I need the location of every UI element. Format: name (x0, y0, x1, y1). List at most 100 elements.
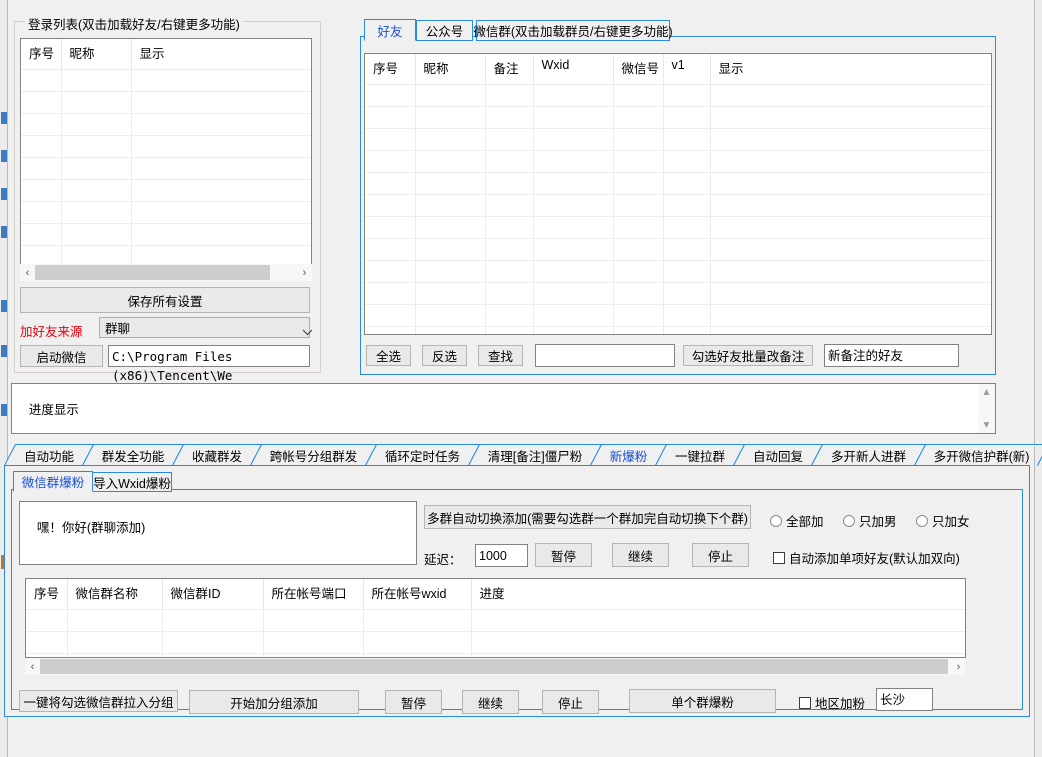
table-cell[interactable] (61, 112, 132, 135)
table-cell[interactable] (533, 259, 614, 282)
column-header[interactable]: 显示 (710, 54, 991, 84)
table-cell[interactable] (533, 149, 614, 172)
radio-add-female-only[interactable]: 只加女 (916, 511, 970, 530)
scroll-right-arrow-icon[interactable]: › (951, 659, 966, 674)
table-cell[interactable] (485, 215, 534, 238)
table-cell[interactable] (533, 83, 614, 106)
search-input[interactable] (535, 344, 675, 367)
column-header[interactable]: 昵称 (415, 54, 486, 84)
table-row[interactable] (365, 281, 991, 304)
main-tab-12[interactable]: 导出 (1037, 444, 1042, 466)
table-cell[interactable] (67, 630, 163, 653)
table-cell[interactable] (485, 303, 534, 326)
table-cell[interactable] (663, 105, 711, 128)
multi-group-auto-switch-button[interactable]: 多群自动切换添加(需要勾选群一个群加完自动切换下个群) (424, 505, 751, 529)
start-group-add-button[interactable]: 开始加分组添加 (189, 690, 359, 714)
table-row[interactable] (365, 193, 991, 216)
table-cell[interactable] (365, 83, 416, 106)
column-header[interactable]: 序号 (21, 39, 62, 69)
table-cell[interactable] (21, 156, 62, 179)
tab-friends[interactable]: 好友 (364, 19, 416, 41)
stop-button-bottom[interactable]: 停止 (542, 690, 599, 714)
table-cell[interactable] (363, 630, 472, 653)
tab-wechat-groups[interactable]: 微信群(双击加载群员/右键更多功能) (473, 20, 673, 41)
table-cell[interactable] (131, 90, 311, 113)
table-cell[interactable] (613, 171, 664, 194)
pause-button-bottom[interactable]: 暂停 (385, 690, 442, 714)
login-list-table[interactable]: 序号 昵称 显示 (20, 38, 312, 267)
table-cell[interactable] (471, 608, 965, 631)
continue-button-top[interactable]: 继续 (612, 543, 669, 567)
scroll-track[interactable] (35, 265, 297, 280)
friends-table[interactable]: 序号 昵称 备注 Wxid 微信号 v1 显示 (364, 53, 992, 335)
table-row[interactable] (365, 259, 991, 282)
table-cell[interactable] (710, 281, 991, 304)
table-cell[interactable] (131, 134, 311, 157)
table-cell[interactable] (61, 156, 132, 179)
table-row[interactable] (365, 149, 991, 172)
table-cell[interactable] (710, 83, 991, 106)
select-all-button[interactable]: 全选 (366, 345, 411, 366)
table-cell[interactable] (415, 149, 486, 172)
table-cell[interactable] (485, 325, 534, 334)
table-cell[interactable] (613, 83, 664, 106)
table-row[interactable] (365, 303, 991, 326)
login-list-hscrollbar[interactable]: ‹ › (20, 264, 312, 281)
table-cell[interactable] (365, 325, 416, 334)
table-cell[interactable] (663, 281, 711, 304)
table-cell[interactable] (415, 193, 486, 216)
table-cell[interactable] (485, 105, 534, 128)
table-cell[interactable] (415, 325, 486, 334)
scroll-left-arrow-icon[interactable]: ‹ (25, 659, 40, 674)
sub-tab-import-wxid[interactable]: 导入Wxid爆粉 (92, 472, 172, 492)
invert-selection-button[interactable]: 反选 (422, 345, 467, 366)
table-row[interactable] (21, 68, 311, 91)
table-cell[interactable] (415, 303, 486, 326)
checkbox-region-fans[interactable]: 地区加粉 (799, 693, 865, 712)
table-row[interactable] (365, 215, 991, 238)
table-cell[interactable] (710, 303, 991, 326)
group-fans-table[interactable]: 序号 微信群名称 微信群ID 所在帐号端口 所在帐号wxid 进度 (25, 578, 966, 658)
table-row[interactable] (26, 608, 965, 631)
table-cell[interactable] (710, 325, 991, 334)
table-cell[interactable] (365, 149, 416, 172)
table-cell[interactable] (533, 237, 614, 260)
table-row[interactable] (365, 325, 991, 334)
find-button[interactable]: 查找 (478, 345, 523, 366)
table-cell[interactable] (131, 156, 311, 179)
table-cell[interactable] (263, 630, 364, 653)
table-cell[interactable] (415, 259, 486, 282)
table-cell[interactable] (365, 259, 416, 282)
column-header[interactable]: 昵称 (61, 39, 132, 69)
table-cell[interactable] (415, 127, 486, 150)
scroll-up-arrow-icon[interactable]: ▲ (979, 384, 994, 400)
table-cell[interactable] (485, 127, 534, 150)
table-row[interactable] (365, 237, 991, 260)
main-tab-1[interactable]: 自动功能 (4, 444, 94, 466)
launch-wechat-button[interactable]: 启动微信 (20, 345, 103, 367)
table-row[interactable] (21, 112, 311, 135)
column-header[interactable]: 显示 (131, 39, 311, 69)
table-row[interactable] (365, 83, 991, 106)
table-cell[interactable] (61, 134, 132, 157)
table-cell[interactable] (131, 68, 311, 91)
progress-vscrollbar[interactable]: ▲ ▼ (978, 384, 995, 433)
table-cell[interactable] (613, 127, 664, 150)
main-tab-6[interactable]: 清理[备注]僵尸粉 (468, 444, 602, 466)
single-group-fans-button[interactable]: 单个群爆粉 (629, 689, 776, 713)
table-cell[interactable] (21, 68, 62, 91)
table-cell[interactable] (263, 608, 364, 631)
scroll-thumb[interactable] (35, 265, 270, 280)
table-cell[interactable] (613, 259, 664, 282)
table-cell[interactable] (663, 127, 711, 150)
table-cell[interactable] (663, 171, 711, 194)
table-cell[interactable] (485, 259, 534, 282)
radio-add-male-only[interactable]: 只加男 (843, 511, 897, 530)
table-cell[interactable] (365, 193, 416, 216)
table-cell[interactable] (710, 149, 991, 172)
table-row[interactable] (365, 171, 991, 194)
table-cell[interactable] (131, 178, 311, 201)
column-header[interactable]: 序号 (26, 579, 68, 609)
column-header[interactable]: 微信号 (613, 54, 664, 84)
table-cell[interactable] (613, 237, 664, 260)
